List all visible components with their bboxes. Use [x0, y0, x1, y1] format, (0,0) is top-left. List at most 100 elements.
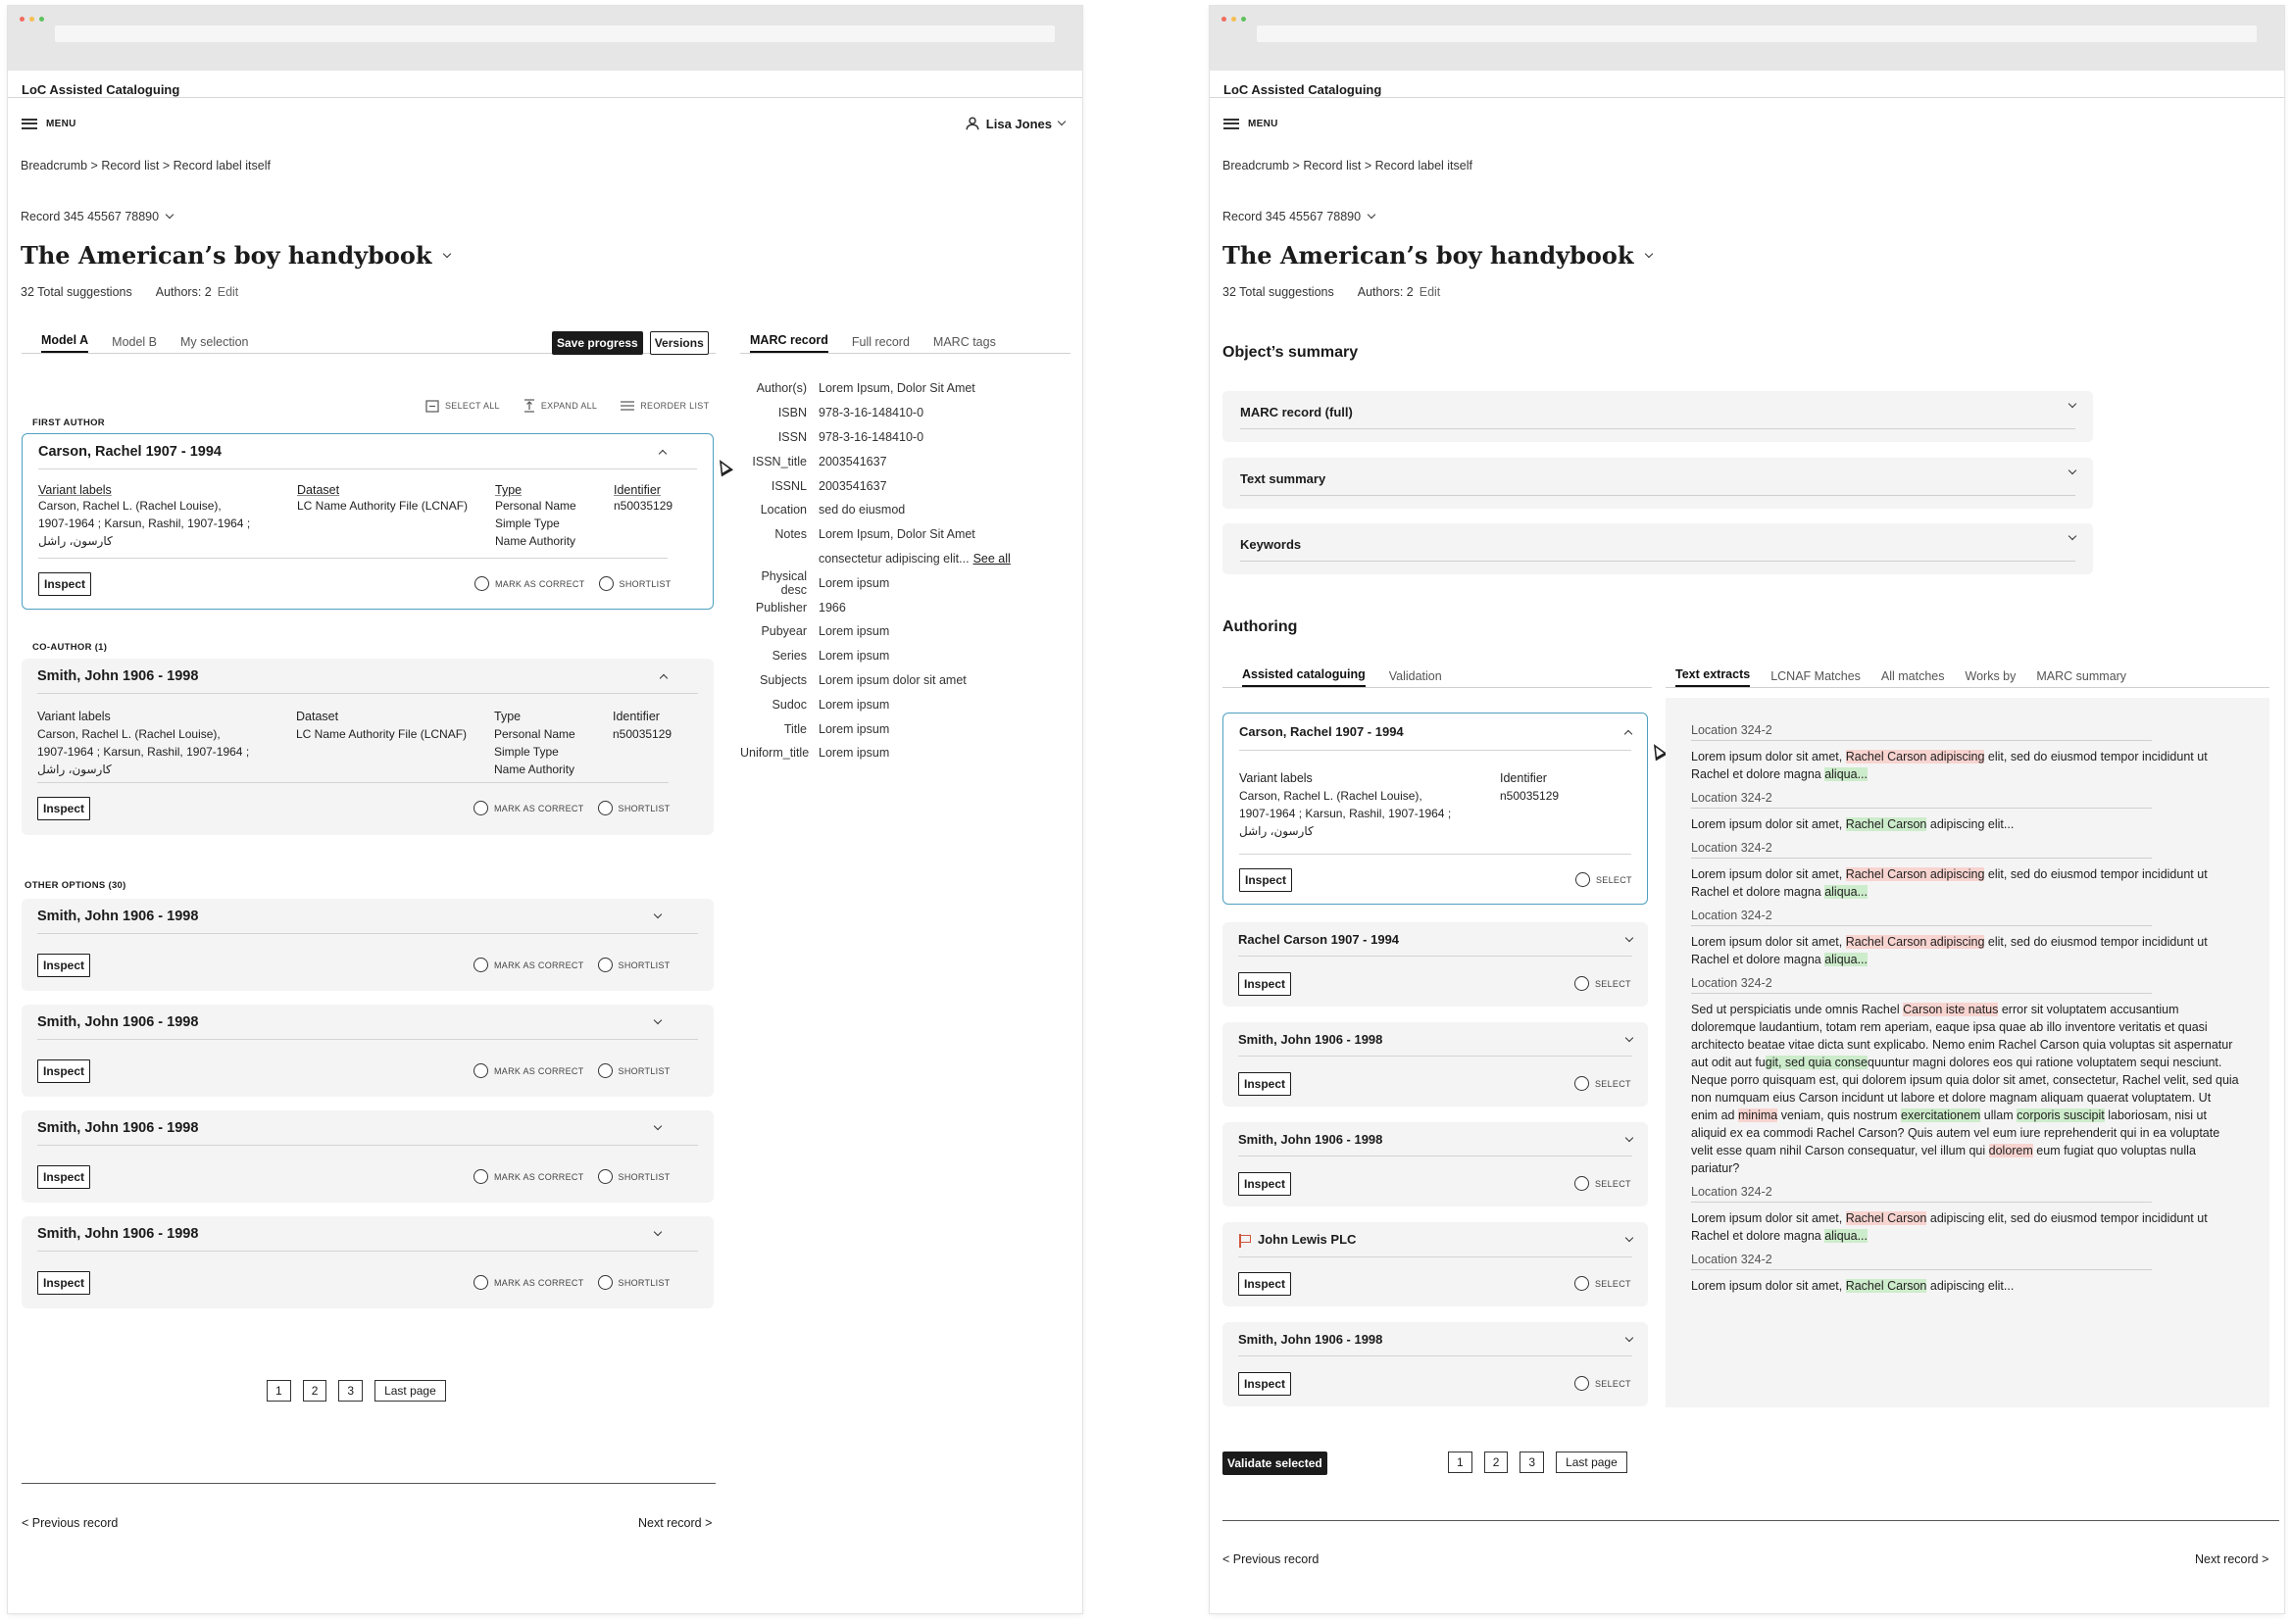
inspect-button[interactable]: Inspect	[1238, 1072, 1292, 1096]
tab-lcnaf-matches[interactable]: LCNAF Matches	[1770, 669, 1861, 687]
inspect-button[interactable]: Inspect	[1238, 1372, 1292, 1396]
accordion-marc-record-full[interactable]: MARC record (full)	[1222, 391, 2093, 442]
previous-record-link[interactable]: < Previous record	[22, 1516, 118, 1530]
inspect-button[interactable]: Inspect	[37, 1271, 91, 1295]
chevron-down-icon[interactable]	[653, 1121, 663, 1131]
minimize-window-dot[interactable]	[29, 17, 34, 22]
shortlist-radio[interactable]: SHORTLIST	[597, 958, 671, 972]
mark-as-correct-radio[interactable]: MARK AS CORRECT	[473, 1169, 584, 1184]
accordion-keywords[interactable]: Keywords	[1222, 523, 2093, 574]
mark-as-correct-radio[interactable]: MARK AS CORRECT	[474, 576, 585, 591]
chevron-up-icon[interactable]	[659, 673, 669, 683]
maximize-window-dot[interactable]	[1241, 17, 1246, 22]
next-record-link[interactable]: Next record >	[638, 1516, 712, 1530]
previous-record-link[interactable]: < Previous record	[1222, 1552, 1319, 1566]
select-radio[interactable]: SELECT	[1574, 1276, 1631, 1291]
page-title[interactable]: The American’s boy handybook	[1210, 227, 2284, 270]
expand-all-button[interactable]: EXPAND ALL	[523, 399, 597, 413]
next-record-link[interactable]: Next record >	[2195, 1552, 2268, 1566]
tab-marc-record[interactable]: MARC record	[750, 333, 828, 353]
candidate-card[interactable]: Smith, John 1906 - 1998 Inspect SELECT	[1222, 1322, 1648, 1406]
first-author-card[interactable]: Carson, Rachel 1907 - 1994 Variant label…	[22, 433, 714, 610]
candidate-card[interactable]: John Lewis PLC Inspect SELECT	[1222, 1222, 1648, 1306]
other-option-card[interactable]: Smith, John 1906 - 1998 Inspect MARK AS …	[22, 1110, 714, 1203]
inspect-button[interactable]: Inspect	[37, 954, 91, 977]
address-bar[interactable]	[1257, 25, 2257, 42]
other-option-card[interactable]: Smith, John 1906 - 1998 Inspect MARK AS …	[22, 899, 714, 991]
page-1-button[interactable]: 1	[267, 1380, 291, 1402]
tab-marc-tags[interactable]: MARC tags	[933, 335, 996, 353]
see-all-link[interactable]: See all	[973, 552, 1011, 566]
close-window-dot[interactable]	[1221, 17, 1226, 22]
inspect-button[interactable]: Inspect	[37, 1165, 91, 1189]
candidate-card[interactable]: Smith, John 1906 - 1998 Inspect SELECT	[1222, 1122, 1648, 1206]
select-radio[interactable]: SELECT	[1574, 1376, 1631, 1391]
inspect-button[interactable]: Inspect	[1238, 1172, 1292, 1196]
inspect-button[interactable]: Inspect	[1238, 1272, 1292, 1296]
select-radio[interactable]: SELECT	[1574, 976, 1631, 991]
last-page-button[interactable]: Last page	[374, 1380, 446, 1402]
chevron-down-icon[interactable]	[1624, 1333, 1634, 1342]
chevron-down-icon[interactable]	[1624, 933, 1634, 942]
mark-as-correct-radio[interactable]: MARK AS CORRECT	[473, 1063, 584, 1078]
page-1-button[interactable]: 1	[1448, 1452, 1472, 1473]
select-all-button[interactable]: SELECT ALL	[425, 399, 500, 413]
menu-button[interactable]: MENU	[22, 118, 76, 129]
inspect-button[interactable]: Inspect	[37, 1059, 91, 1083]
menu-button[interactable]: MENU	[1223, 118, 1278, 129]
page-2-button[interactable]: 2	[302, 1380, 327, 1402]
shortlist-radio[interactable]: SHORTLIST	[597, 1275, 671, 1290]
tab-validation[interactable]: Validation	[1389, 669, 1442, 687]
chevron-up-icon[interactable]	[658, 449, 668, 459]
tab-text-extracts[interactable]: Text extracts	[1675, 667, 1751, 687]
page-2-button[interactable]: 2	[1483, 1452, 1509, 1473]
chevron-down-icon[interactable]	[653, 910, 663, 919]
candidate-card[interactable]: Smith, John 1906 - 1998 Inspect SELECT	[1222, 1022, 1648, 1107]
page-title[interactable]: The American’s boy handybook	[8, 227, 1082, 270]
close-window-dot[interactable]	[20, 17, 25, 22]
versions-button[interactable]: Versions	[649, 331, 709, 355]
inspect-button[interactable]: Inspect	[37, 797, 91, 820]
maximize-window-dot[interactable]	[39, 17, 44, 22]
select-radio[interactable]: SELECT	[1575, 872, 1632, 887]
tab-model-a[interactable]: Model A	[41, 333, 89, 353]
reorder-list-button[interactable]: REORDER LIST	[621, 399, 709, 413]
page-3-button[interactable]: 3	[1520, 1452, 1545, 1473]
mark-as-correct-radio[interactable]: MARK AS CORRECT	[473, 1275, 584, 1290]
chevron-down-icon[interactable]	[1624, 1133, 1634, 1142]
other-option-card[interactable]: Smith, John 1906 - 1998 Inspect MARK AS …	[22, 1216, 714, 1308]
tab-my-selection[interactable]: My selection	[180, 335, 248, 353]
inspect-button[interactable]: Inspect	[1238, 972, 1292, 996]
address-bar[interactable]	[55, 25, 1055, 42]
last-page-button[interactable]: Last page	[1556, 1452, 1627, 1473]
chevron-down-icon[interactable]	[653, 1015, 663, 1025]
user-menu[interactable]: Lisa Jones	[966, 117, 1067, 131]
tab-all-matches[interactable]: All matches	[1881, 669, 1945, 687]
select-radio[interactable]: SELECT	[1574, 1076, 1631, 1091]
minimize-window-dot[interactable]	[1231, 17, 1236, 22]
breadcrumb[interactable]: Breadcrumb > Record list > Record label …	[8, 149, 1082, 188]
other-option-card[interactable]: Smith, John 1906 - 1998 Inspect MARK AS …	[22, 1005, 714, 1097]
selected-candidate-card[interactable]: Carson, Rachel 1907 - 1994 Variant label…	[1222, 713, 1648, 905]
validate-selected-button[interactable]: Validate selected	[1222, 1452, 1327, 1475]
inspect-button[interactable]: Inspect	[38, 572, 92, 596]
select-radio[interactable]: SELECT	[1574, 1176, 1631, 1191]
tab-marc-summary[interactable]: MARC summary	[2036, 669, 2126, 687]
save-progress-button[interactable]: Save progress	[552, 331, 643, 355]
shortlist-radio[interactable]: SHORTLIST	[598, 576, 672, 591]
chevron-down-icon[interactable]	[1624, 1033, 1634, 1042]
candidate-card[interactable]: Rachel Carson 1907 - 1994 Inspect SELECT	[1222, 922, 1648, 1007]
mark-as-correct-radio[interactable]: MARK AS CORRECT	[473, 958, 584, 972]
inspect-button[interactable]: Inspect	[1239, 868, 1293, 892]
chevron-up-icon[interactable]	[1623, 729, 1633, 738]
edit-authors-link[interactable]: Edit	[1420, 285, 1441, 299]
tab-model-b[interactable]: Model B	[112, 335, 157, 353]
edit-authors-link[interactable]: Edit	[218, 285, 239, 299]
chevron-down-icon[interactable]	[1624, 1233, 1634, 1243]
breadcrumb[interactable]: Breadcrumb > Record list > Record label …	[1210, 149, 2284, 188]
tab-works-by[interactable]: Works by	[1966, 669, 2017, 687]
page-3-button[interactable]: 3	[338, 1380, 364, 1402]
shortlist-radio[interactable]: SHORTLIST	[597, 1063, 671, 1078]
shortlist-radio[interactable]: SHORTLIST	[597, 801, 671, 815]
chevron-down-icon[interactable]	[653, 1227, 663, 1237]
